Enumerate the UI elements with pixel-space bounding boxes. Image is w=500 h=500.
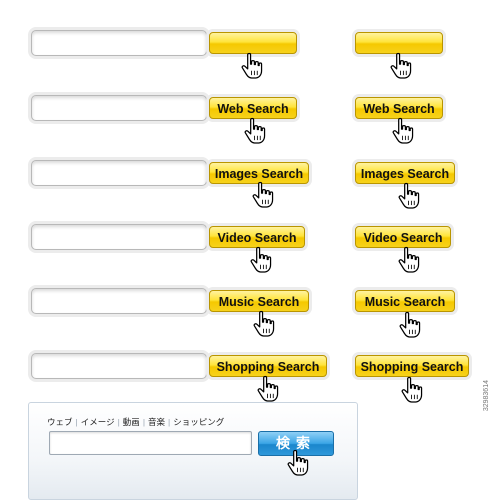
hand-pointer-icon [398,246,420,273]
shopping-search-button-standalone[interactable]: Shopping Search [355,355,469,377]
hand-pointer-icon [390,52,412,79]
music-search-button-standalone[interactable]: Music Search [355,290,455,312]
link-video[interactable]: 動画 [123,417,140,427]
stock-id-text: 32983614 [483,380,490,412]
video-search-button-standalone[interactable]: Video Search [355,226,451,248]
jp-search-input[interactable] [49,431,252,455]
images-search-button-standalone[interactable]: Images Search [355,162,455,184]
hand-pointer-icon [401,376,423,403]
link-web[interactable]: ウェブ [47,417,73,427]
hand-pointer-icon [398,182,420,209]
web-search-button[interactable]: Web Search [209,97,297,119]
hand-pointer-icon [241,52,263,79]
search-input-4[interactable] [31,224,207,250]
search-input-5[interactable] [31,288,207,314]
hand-pointer-icon [253,310,275,337]
search-input-3[interactable] [31,160,207,186]
link-music[interactable]: 音楽 [148,417,165,427]
search-input-1[interactable] [31,30,207,56]
video-search-button[interactable]: Video Search [209,226,305,248]
shopping-search-button[interactable]: Shopping Search [209,355,327,377]
separator: | [168,417,171,427]
hand-pointer-icon [392,117,414,144]
hand-pointer-icon [287,449,309,476]
search-button-blank-wide[interactable] [209,32,297,54]
search-category-links: ウェブ | イメージ | 動画 | 音楽 | ショッピング [47,416,224,428]
japanese-search-panel: ウェブ | イメージ | 動画 | 音楽 | ショッピング 検索 [28,402,358,500]
separator: | [142,417,146,427]
hand-pointer-icon [244,117,266,144]
link-shopping[interactable]: ショッピング [173,417,224,427]
search-button-blank-short[interactable] [355,32,443,54]
separator: | [75,417,78,427]
hand-pointer-icon [252,181,274,208]
link-images[interactable]: イメージ [81,417,115,427]
music-search-button[interactable]: Music Search [209,290,309,312]
separator: | [117,417,120,427]
hand-pointer-icon [257,375,279,402]
web-search-button-standalone[interactable]: Web Search [355,97,443,119]
hand-pointer-icon [399,311,421,338]
hand-pointer-icon [250,246,272,273]
search-input-6[interactable] [31,353,207,379]
search-input-2[interactable] [31,95,207,121]
